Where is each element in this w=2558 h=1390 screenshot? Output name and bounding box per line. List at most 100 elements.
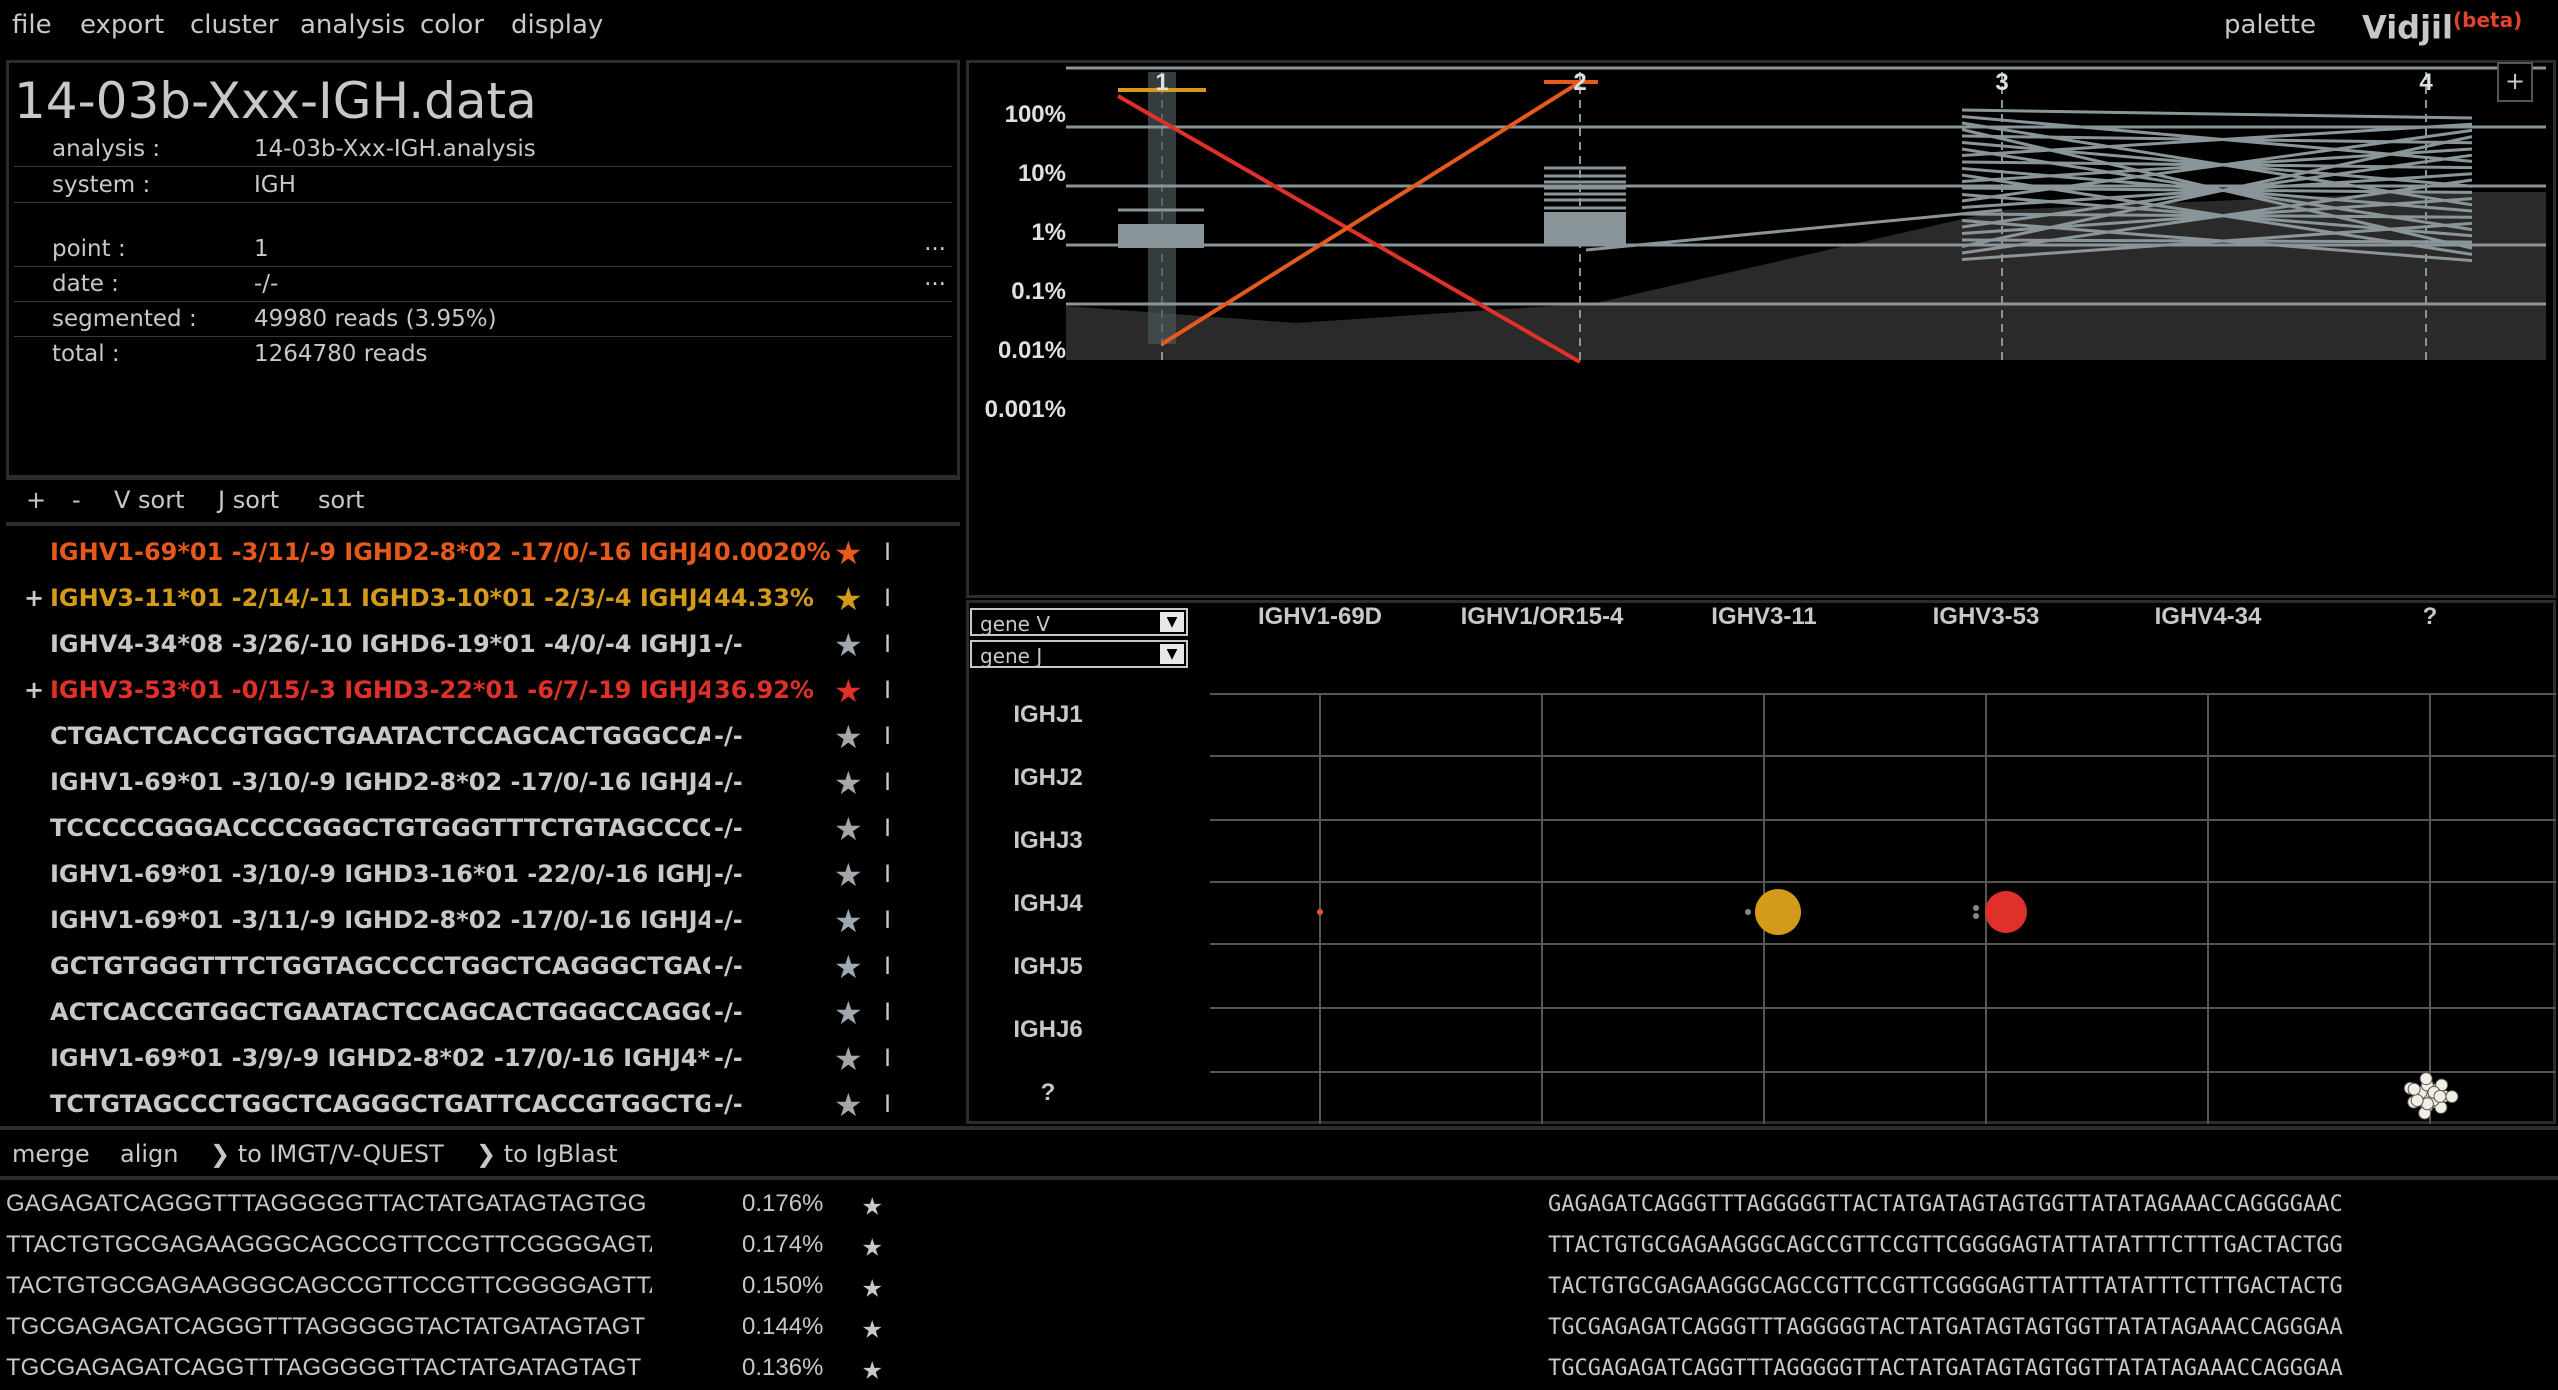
clone-info-icon[interactable]: I xyxy=(884,768,891,796)
grid-y-label[interactable]: IGHJ5 xyxy=(1013,953,1082,980)
star-icon[interactable]: ★ xyxy=(834,994,863,1032)
clone-name[interactable]: TCCCCCGGGACCCCGGGCTGTGGGTTTCTGTAGCCCCT xyxy=(50,814,710,842)
clone-name[interactable]: GCTGTGGGTTTCTGGTAGCCCCTGGCTCAGGGCTGACT xyxy=(50,952,710,980)
star-icon[interactable]: ★ xyxy=(862,1225,882,1265)
clone-bubble[interactable] xyxy=(2445,1090,2459,1104)
segmenter-sequence[interactable]: TGCGAGAGATCAGGTTTAGGGGGTTACTATGATAGTAGT xyxy=(6,1354,652,1382)
menu-display[interactable]: display xyxy=(511,10,603,40)
clone-info-icon[interactable]: I xyxy=(884,722,891,750)
grid-y-label[interactable]: ? xyxy=(1041,1079,1056,1106)
clone-bubble[interactable] xyxy=(1973,905,1979,911)
star-icon[interactable]: ★ xyxy=(834,580,863,618)
graph-point-label[interactable]: 2 xyxy=(1573,69,1586,96)
grid-y-label[interactable]: IGHJ6 xyxy=(1013,1016,1082,1043)
clone-name[interactable]: TCTGTAGCCCTGGCTCAGGGCTGATTCACCGTGGCTGA xyxy=(50,1090,710,1118)
star-icon[interactable]: ★ xyxy=(834,902,863,940)
grid-x-label[interactable]: IGHV3-11 xyxy=(1711,603,1816,630)
clone-bubble[interactable] xyxy=(1745,909,1751,915)
clone-row[interactable]: + IGHV3-11*01 -2/14/-11 IGHD3-10*01 -2/3/… xyxy=(10,578,950,622)
graph-point-label[interactable]: 4 xyxy=(2419,69,2433,96)
clone-info-icon[interactable]: I xyxy=(884,630,891,658)
segmenter-sequence[interactable]: TGCGAGAGATCAGGGTTTAGGGGGTACTATGATAGTAGT xyxy=(6,1313,652,1341)
clone-row[interactable]: IGHV1-69*01 -3/9/-9 IGHD2-8*02 -17/0/-16… xyxy=(10,1038,950,1082)
star-icon[interactable]: ★ xyxy=(834,1086,863,1124)
graph-point-label[interactable]: 3 xyxy=(1995,69,2008,96)
clone-info-icon[interactable]: I xyxy=(884,1090,891,1118)
grid-x-label[interactable]: ? xyxy=(2423,603,2438,630)
time-graph[interactable]: 100% 10% 1% 0.1% 0.01% 0.001% 1 2 3 4 xyxy=(966,60,2556,598)
igblast-button[interactable]: ❯ to IgBlast xyxy=(476,1140,618,1168)
clone-row[interactable]: TCTGTAGCCCTGGCTCAGGGCTGATTCACCGTGGCTGA -/… xyxy=(10,1084,950,1128)
clone-info-icon[interactable]: I xyxy=(884,1044,891,1072)
clone-bubble[interactable] xyxy=(1985,891,2027,933)
clone-name[interactable]: IGHV3-53*01 -0/15/-3 IGHD3-22*01 -6/7/-1… xyxy=(50,676,710,704)
grid-x-label[interactable]: IGHV1/OR15-4 xyxy=(1461,603,1624,630)
clone-name[interactable]: IGHV4-34*08 -3/26/-10 IGHD6-19*01 -4/0/-… xyxy=(50,630,710,658)
clone-bubble[interactable] xyxy=(1973,913,1979,919)
clone-info-icon[interactable]: I xyxy=(884,906,891,934)
clone-name[interactable]: IGHV1-69*01 -3/9/-9 IGHD2-8*02 -17/0/-16… xyxy=(50,1044,710,1072)
clone-bubble[interactable] xyxy=(2433,1089,2447,1103)
clone-info-icon[interactable]: I xyxy=(884,952,891,980)
clone-bubble[interactable] xyxy=(1317,909,1323,915)
vj-grid[interactable]: IGHV1-69D IGHV1/OR15-4 IGHV3-11 IGHV3-53 IGH… xyxy=(966,600,2556,1124)
remove-button[interactable]: - xyxy=(72,486,81,514)
align-button[interactable]: align xyxy=(120,1140,179,1168)
star-icon[interactable]: ★ xyxy=(862,1266,882,1306)
star-icon[interactable]: ★ xyxy=(834,672,863,710)
clone-info-icon[interactable]: I xyxy=(884,814,891,842)
clone-info-icon[interactable]: I xyxy=(884,584,891,612)
clone-name[interactable]: IGHV1-69*01 -3/10/-9 IGHD3-16*01 -22/0/-… xyxy=(50,860,710,888)
clone-row[interactable]: GCTGTGGGTTTCTGGTAGCCCCTGGCTCAGGGCTGACT -/… xyxy=(10,946,950,990)
segmenter-sequence[interactable]: TTACTGTGCGAGAAGGGCAGCCGTTCCGTTCGGGGAGTA xyxy=(6,1231,652,1259)
menu-color[interactable]: color xyxy=(420,10,484,40)
clone-row[interactable]: IGHV1-69*01 -3/11/-9 IGHD2-8*02 -17/0/-1… xyxy=(10,900,950,944)
clone-row[interactable]: IGHV1-69*01 -3/10/-9 IGHD3-16*01 -22/0/-… xyxy=(10,854,950,898)
clone-row[interactable]: + IGHV3-53*01 -0/15/-3 IGHD3-22*01 -6/7/-… xyxy=(10,670,950,714)
clone-info-icon[interactable]: I xyxy=(884,998,891,1026)
grid-y-label[interactable]: IGHJ4 xyxy=(1013,890,1083,917)
clone-bubble[interactable] xyxy=(2419,1072,2433,1086)
clone-name[interactable]: ACTCACCGTGGCTGAATACTCCAGCACTGGGCCAGGCA xyxy=(50,998,710,1026)
imgt-vquest-button[interactable]: ❯ to IMGT/V-QUEST xyxy=(210,1140,444,1168)
menu-file[interactable]: file xyxy=(12,10,52,40)
star-icon[interactable]: ★ xyxy=(834,1040,863,1078)
point-more-button[interactable]: ... xyxy=(924,230,946,256)
segmenter-sequence[interactable]: TACTGTGCGAGAAGGGCAGCCGTTCCGTTCGGGGAGTTA xyxy=(6,1272,652,1300)
clone-bubble[interactable] xyxy=(2410,1093,2424,1107)
clone-info-icon[interactable]: I xyxy=(884,676,891,704)
merge-button[interactable]: merge xyxy=(12,1140,90,1168)
clone-bubble[interactable] xyxy=(1755,889,1801,935)
add-button[interactable]: + xyxy=(26,486,46,514)
date-more-button[interactable]: ... xyxy=(924,265,946,291)
clone-info-icon[interactable]: I xyxy=(884,538,891,566)
expand-clone-button[interactable]: + xyxy=(24,676,44,704)
menu-export[interactable]: export xyxy=(80,10,164,40)
clone-row[interactable]: TCCCCCGGGACCCCGGGCTGTGGGTTTCTGTAGCCCCT -/… xyxy=(10,808,950,852)
v-sort-button[interactable]: V sort xyxy=(114,486,185,514)
star-icon[interactable]: ★ xyxy=(834,948,863,986)
star-icon[interactable]: ★ xyxy=(834,534,863,572)
star-icon[interactable]: ★ xyxy=(834,626,863,664)
menu-analysis[interactable]: analysis xyxy=(300,10,405,40)
j-sort-button[interactable]: J sort xyxy=(218,486,279,514)
star-icon[interactable]: ★ xyxy=(862,1348,882,1388)
clone-info-icon[interactable]: I xyxy=(884,860,891,888)
star-icon[interactable]: ★ xyxy=(834,764,863,802)
grid-y-label[interactable]: IGHJ2 xyxy=(1013,764,1082,791)
grid-x-label[interactable]: IGHV1-69D xyxy=(1258,603,1382,630)
star-icon[interactable]: ★ xyxy=(834,718,863,756)
menu-palette[interactable]: palette xyxy=(2224,10,2316,40)
grid-x-label[interactable]: IGHV3-53 xyxy=(1933,603,2040,630)
expand-clone-button[interactable]: + xyxy=(24,584,44,612)
clone-row[interactable]: IGHV1-69*01 -3/11/-9 IGHD2-8*02 -17/0/-1… xyxy=(10,532,950,576)
clone-name[interactable]: IGHV1-69*01 -3/11/-9 IGHD2-8*02 -17/0/-1… xyxy=(50,538,710,566)
grid-x-label[interactable]: IGHV4-34 xyxy=(2155,603,2262,630)
clone-name[interactable]: IGHV1-69*01 -3/10/-9 IGHD2-8*02 -17/0/-1… xyxy=(50,768,710,796)
clone-name[interactable]: CTGACTCACCGTGGCTGAATACTCCAGCACTGGGCCAG xyxy=(50,722,710,750)
star-icon[interactable]: ★ xyxy=(834,810,863,848)
graph-add-point-button[interactable]: + xyxy=(2497,62,2533,102)
clone-row[interactable]: IGHV1-69*01 -3/10/-9 IGHD2-8*02 -17/0/-1… xyxy=(10,762,950,806)
clone-name[interactable]: IGHV3-11*01 -2/14/-11 IGHD3-10*01 -2/3/-… xyxy=(50,584,710,612)
clone-row[interactable]: CTGACTCACCGTGGCTGAATACTCCAGCACTGGGCCAG -/… xyxy=(10,716,950,760)
